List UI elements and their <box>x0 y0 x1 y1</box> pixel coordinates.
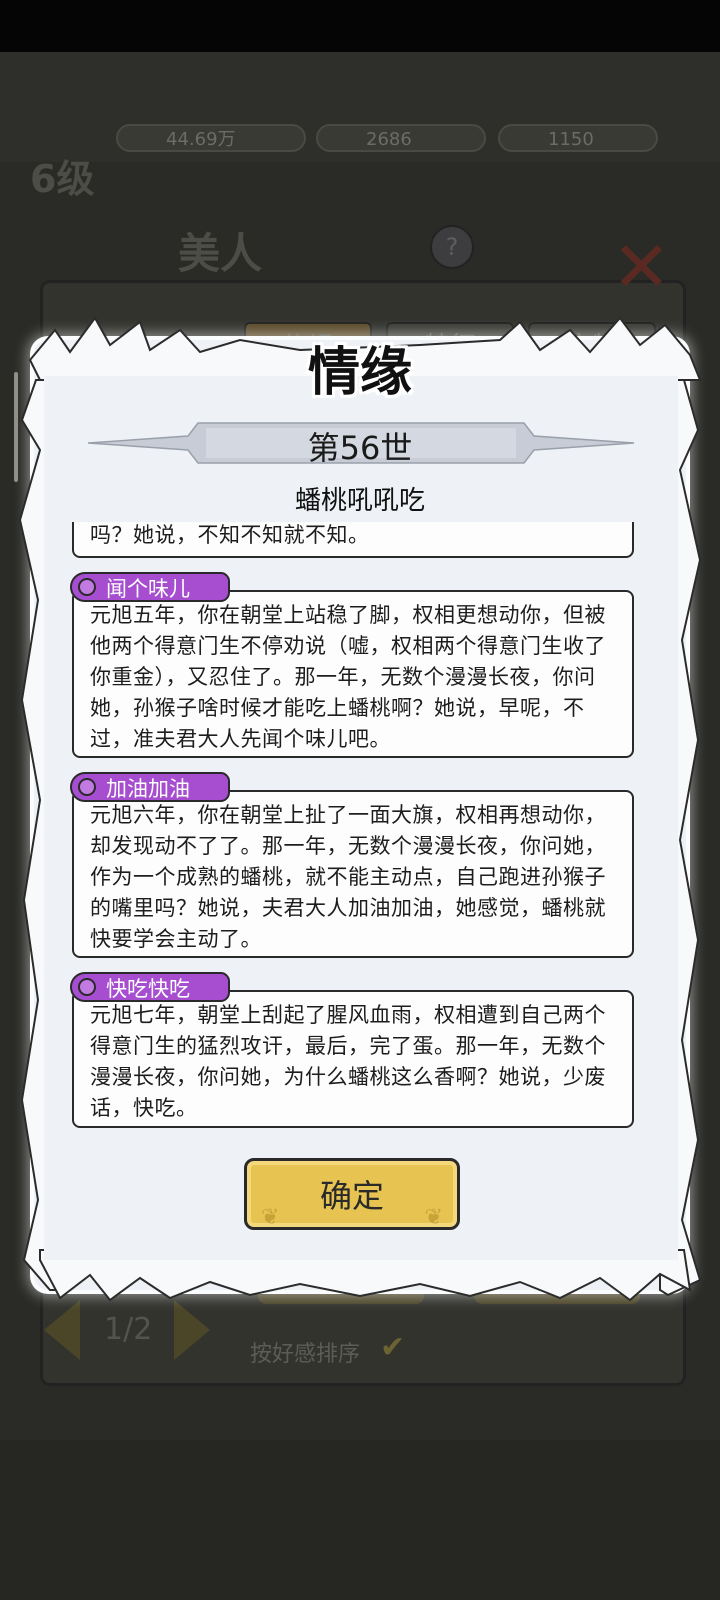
resource-food: 2686 <box>316 124 486 152</box>
tag-bullet-icon <box>78 578 96 596</box>
page-indicator: 1/2 <box>104 1312 153 1347</box>
sort-by-affection-label[interactable]: 按好感排序 <box>250 1336 360 1368</box>
player-level: 6级 <box>30 157 95 201</box>
story-entry-tag-label: 加油加油 <box>106 777 190 801</box>
story-entry-tag: 加油加油 <box>70 772 230 802</box>
tag-bullet-icon <box>78 778 96 796</box>
bottom-navigation <box>0 1440 720 1600</box>
resource-silver: 44.69万 <box>116 124 306 152</box>
status-bar <box>0 0 720 52</box>
story-entry-text: 元旭七年，朝堂上刮起了腥风血雨，权相遭到自己两个得意门生的猛烈攻讦，最后，完了蛋… <box>90 1003 606 1120</box>
next-page-arrow-icon[interactable] <box>174 1300 210 1360</box>
story-name: 蟠桃吼吼吃 <box>294 486 425 516</box>
story-entry-card: 元旭五年，你在朝堂上站稳了脚，权相更想动你，但被他两个得意门生不停劝说（嘘，权相… <box>72 590 634 758</box>
story-entry-card: 元旭七年，朝堂上刮起了腥风血雨，权相遭到自己两个得意门生的猛烈攻讦，最后，完了蛋… <box>72 990 634 1128</box>
story-entry-text: 元旭六年，你在朝堂上扯了一面大旗，权相再想动你，却发现动不了了。那一年，无数个漫… <box>90 803 606 951</box>
previous-entry-card: 吗？她说，不知不知就不知。 <box>72 522 634 558</box>
story-entry-tag: 闻个味儿 <box>70 572 230 602</box>
story-entry-text: 元旭五年，你在朝堂上站稳了脚，权相更想动你，但被他两个得意门生不停劝说（嘘，权相… <box>90 603 606 751</box>
resource-troops: 1150 <box>498 124 658 152</box>
confirm-button[interactable]: ❦ 确定 ❦ <box>244 1158 460 1230</box>
story-scroll-area[interactable]: 吗？她说，不知不知就不知。 元旭五年，你在朝堂上站稳了脚，权相更想动你，但被他两… <box>70 522 646 1142</box>
dialog-title: 情缘 <box>307 342 412 403</box>
tag-bullet-icon <box>78 978 96 996</box>
previous-entry-text: 吗？她说，不知不知就不知。 <box>90 523 370 547</box>
checkmark-icon[interactable]: ✔ <box>380 1330 405 1365</box>
screen-title: 美人 <box>178 229 263 278</box>
leaf-decoration-icon: ❦ <box>261 1205 280 1230</box>
confirm-button-label: 确定 <box>319 1177 384 1215</box>
leaf-decoration-icon: ❦ <box>424 1205 443 1230</box>
story-entry-card: 元旭六年，你在朝堂上扯了一面大旗，权相再想动你，却发现动不了了。那一年，无数个漫… <box>72 790 634 958</box>
close-icon[interactable]: ✕ <box>612 232 671 302</box>
prev-page-arrow-icon[interactable] <box>44 1300 80 1360</box>
help-icon[interactable]: ? <box>430 225 474 269</box>
story-entry-tag-label: 快吃快吃 <box>106 977 190 1001</box>
story-entry-tag: 快吃快吃 <box>70 972 230 1002</box>
story-entry-tag-label: 闻个味儿 <box>106 577 190 601</box>
generation-label: 第56世 <box>307 429 413 467</box>
